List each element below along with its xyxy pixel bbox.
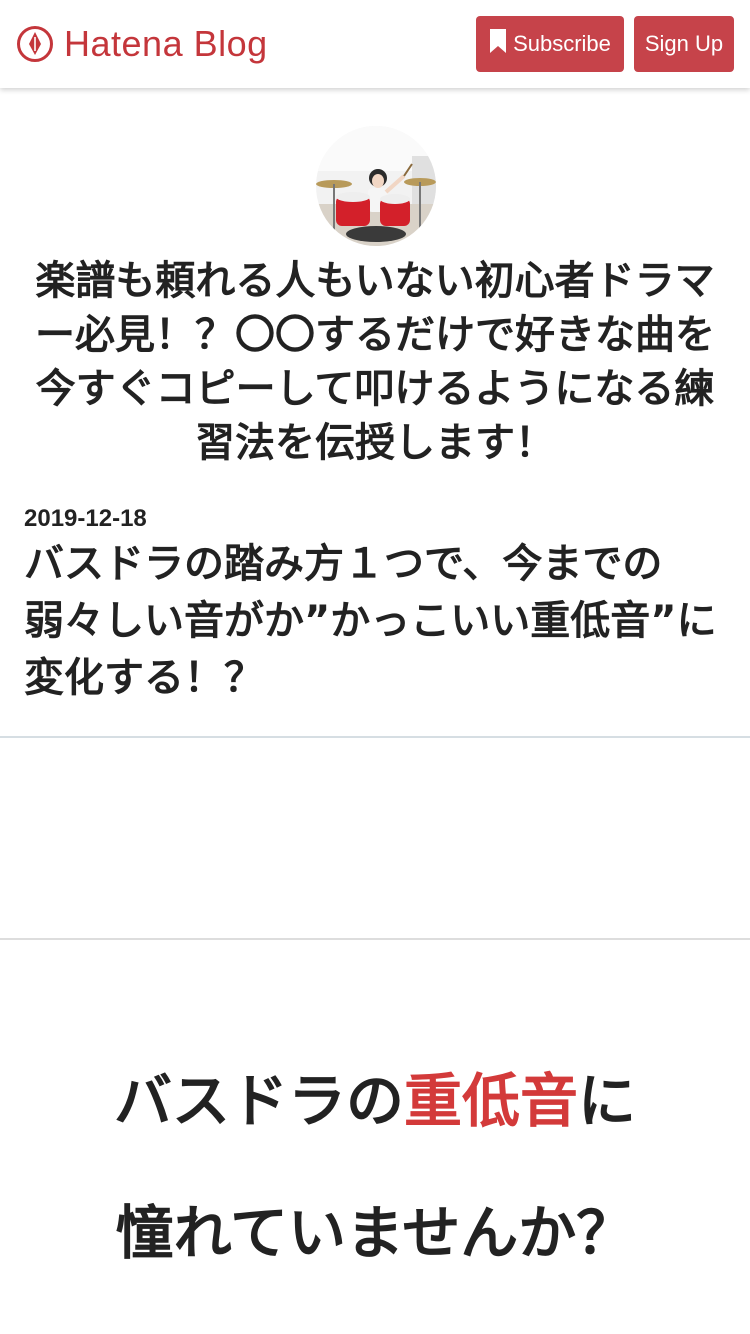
subscribe-label: Subscribe xyxy=(513,31,611,56)
divider xyxy=(0,938,750,940)
headline-accent-text: 重低音 xyxy=(403,1067,578,1135)
sign-up-label: Sign Up xyxy=(644,31,724,56)
pen-nib-icon xyxy=(16,25,54,63)
divider xyxy=(0,736,750,738)
bookmark-icon xyxy=(489,29,507,59)
headline-text: に xyxy=(578,1067,637,1135)
blog-avatar[interactable] xyxy=(316,126,436,246)
content-headline-line-1: バスドラの重低音に xyxy=(0,1066,750,1136)
sign-up-button[interactable]: Sign Up xyxy=(634,16,734,72)
blog-title[interactable]: 楽譜も頼れる人もいない初心者ドラマー必見！？〇〇するだけで好きな曲を今すぐコピー… xyxy=(22,254,728,470)
content-headline-line-2: 憧れていませんか？ xyxy=(115,1199,635,1267)
entry-date[interactable]: 2019-12-18 xyxy=(24,505,147,533)
hatena-blog-logo[interactable]: Hatena Blog xyxy=(16,24,268,64)
drummer-photo xyxy=(316,126,436,246)
headline-text: バスドラの xyxy=(113,1067,404,1135)
logo-text: Hatena Blog xyxy=(64,23,268,64)
site-header: Hatena Blog Subscribe Sign Up xyxy=(0,0,750,88)
entry-title[interactable]: バスドラの踏み方１つで、今までの弱々しい音がか”かっこいい重低音”に変化する！？ xyxy=(24,536,728,707)
subscribe-button[interactable]: Subscribe xyxy=(476,16,624,72)
